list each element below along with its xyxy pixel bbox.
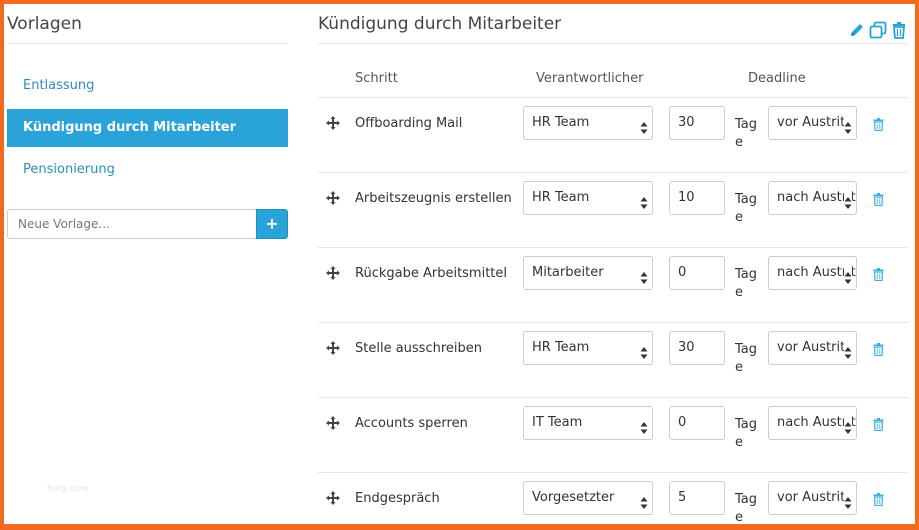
drag-handle-icon[interactable] (326, 190, 340, 205)
delete-step-icon[interactable] (873, 266, 884, 282)
responsible-value: Vorgesetzter (532, 490, 615, 505)
deadline-value: vor Austritt (777, 115, 851, 130)
step-name: Arbeitszeugnis erstellen (355, 191, 512, 206)
deadline-select[interactable]: nach Austritt (768, 181, 857, 215)
add-template-button[interactable]: + (256, 209, 288, 239)
column-header-step: Schritt (355, 71, 398, 86)
responsible-select[interactable]: Vorgesetzter (523, 481, 653, 515)
days-unit: Tage (735, 192, 758, 225)
select-arrows-icon (844, 116, 852, 134)
deadline-select[interactable]: nach Austritt (768, 256, 857, 290)
select-arrows-icon (844, 491, 852, 509)
step-name: Offboarding Mail (355, 116, 463, 131)
pencil-icon[interactable] (848, 14, 866, 36)
days-input[interactable]: 10 (669, 181, 725, 215)
drag-handle-icon[interactable] (326, 340, 340, 355)
deadline-select[interactable]: vor Austritt (768, 106, 857, 140)
sidebar-title: Vorlagen (7, 4, 288, 44)
days-unit: Tage (735, 417, 758, 450)
delete-step-icon[interactable] (873, 116, 884, 132)
select-arrows-icon (640, 116, 648, 134)
select-arrows-icon (844, 191, 852, 209)
days-unit: Tage (735, 492, 758, 525)
days-input[interactable]: 30 (669, 331, 725, 365)
sidebar-item-pensionierung[interactable]: Pensionierung (7, 151, 288, 189)
main-panel: Kündigung durch Mitarbeiter Schritt Vera… (318, 4, 908, 530)
delete-step-icon[interactable] (873, 191, 884, 207)
column-header-deadline: Deadline (748, 71, 806, 86)
days-unit: Tage (735, 342, 758, 375)
select-arrows-icon (640, 341, 648, 359)
select-arrows-icon (640, 191, 648, 209)
drag-handle-icon[interactable] (326, 115, 340, 130)
step-name: Rückgabe Arbeitsmittel (355, 266, 508, 281)
delete-step-icon[interactable] (873, 416, 884, 432)
table-row: Rückgabe Arbeitsmittel Mitarbeiter 0 Tag… (318, 248, 908, 323)
page-title-text: Kündigung durch Mitarbeiter (318, 14, 562, 34)
step-name: Endgespräch (355, 491, 440, 506)
days-input[interactable]: 5 (669, 481, 725, 515)
days-input[interactable]: 0 (669, 256, 725, 290)
sidebar-item-entlassung[interactable]: Entlassung (7, 67, 288, 105)
new-template-input[interactable] (7, 209, 256, 239)
days-input[interactable]: 0 (669, 406, 725, 440)
step-name: Accounts sperren (355, 416, 468, 431)
sidebar: Vorlagen Entlassung Kündigung durch Mita… (7, 4, 288, 494)
delete-step-icon[interactable] (873, 341, 884, 357)
select-arrows-icon (640, 266, 648, 284)
select-arrows-icon (640, 491, 648, 509)
responsible-select[interactable]: Mitarbeiter (523, 256, 653, 290)
column-header-responsible: Verantwortlicher (536, 71, 644, 86)
steps-table: Offboarding Mail HR Team 30 Tage vor Aus… (318, 98, 908, 530)
select-arrows-icon (640, 416, 648, 434)
select-arrows-icon (844, 341, 852, 359)
title-actions (848, 14, 908, 39)
responsible-select[interactable]: HR Team (523, 106, 653, 140)
table-row: Accounts sperren IT Team 0 Tage nach Aus… (318, 398, 908, 473)
deadline-value: vor Austritt (777, 490, 851, 505)
responsible-select[interactable]: IT Team (523, 406, 653, 440)
step-name: Stelle ausschreiben (355, 341, 482, 356)
drag-handle-icon[interactable] (326, 265, 340, 280)
responsible-value: HR Team (532, 340, 590, 355)
trash-icon[interactable] (890, 14, 908, 39)
responsible-value: IT Team (532, 415, 583, 430)
copy-icon[interactable] (869, 14, 887, 39)
days-unit: Tage (735, 267, 758, 300)
table-row: Stelle ausschreiben HR Team 30 Tage vor … (318, 323, 908, 398)
template-list: Entlassung Kündigung durch Mitarbeiter P… (7, 67, 288, 189)
days-unit: Tage (735, 117, 758, 150)
table-row: Arbeitszeugnis erstellen HR Team 10 Tage… (318, 173, 908, 248)
deadline-select[interactable]: nach Austritt (768, 406, 857, 440)
page-title: Kündigung durch Mitarbeiter (318, 4, 908, 44)
responsible-select[interactable]: HR Team (523, 331, 653, 365)
table-row: Endgespräch Vorgesetzter 5 Tage vor Aust… (318, 473, 908, 530)
drag-handle-icon[interactable] (326, 490, 340, 505)
responsible-value: HR Team (532, 190, 590, 205)
responsible-value: Mitarbeiter (532, 265, 604, 280)
deadline-value: vor Austritt (777, 340, 851, 355)
table-row: Offboarding Mail HR Team 30 Tage vor Aus… (318, 98, 908, 173)
deadline-select[interactable]: vor Austritt (768, 481, 857, 515)
select-arrows-icon (844, 266, 852, 284)
drag-handle-icon[interactable] (326, 415, 340, 430)
new-template-row: + (7, 209, 288, 239)
responsible-value: HR Team (532, 115, 590, 130)
responsible-select[interactable]: HR Team (523, 181, 653, 215)
days-input[interactable]: 30 (669, 106, 725, 140)
deadline-select[interactable]: vor Austritt (768, 331, 857, 365)
select-arrows-icon (844, 416, 852, 434)
sidebar-item-kuendigung[interactable]: Kündigung durch Mitarbeiter (7, 109, 288, 147)
table-header: Schritt Verantwortlicher Deadline (318, 44, 908, 98)
delete-step-icon[interactable] (873, 491, 884, 507)
watermark: bing.com (47, 484, 89, 494)
